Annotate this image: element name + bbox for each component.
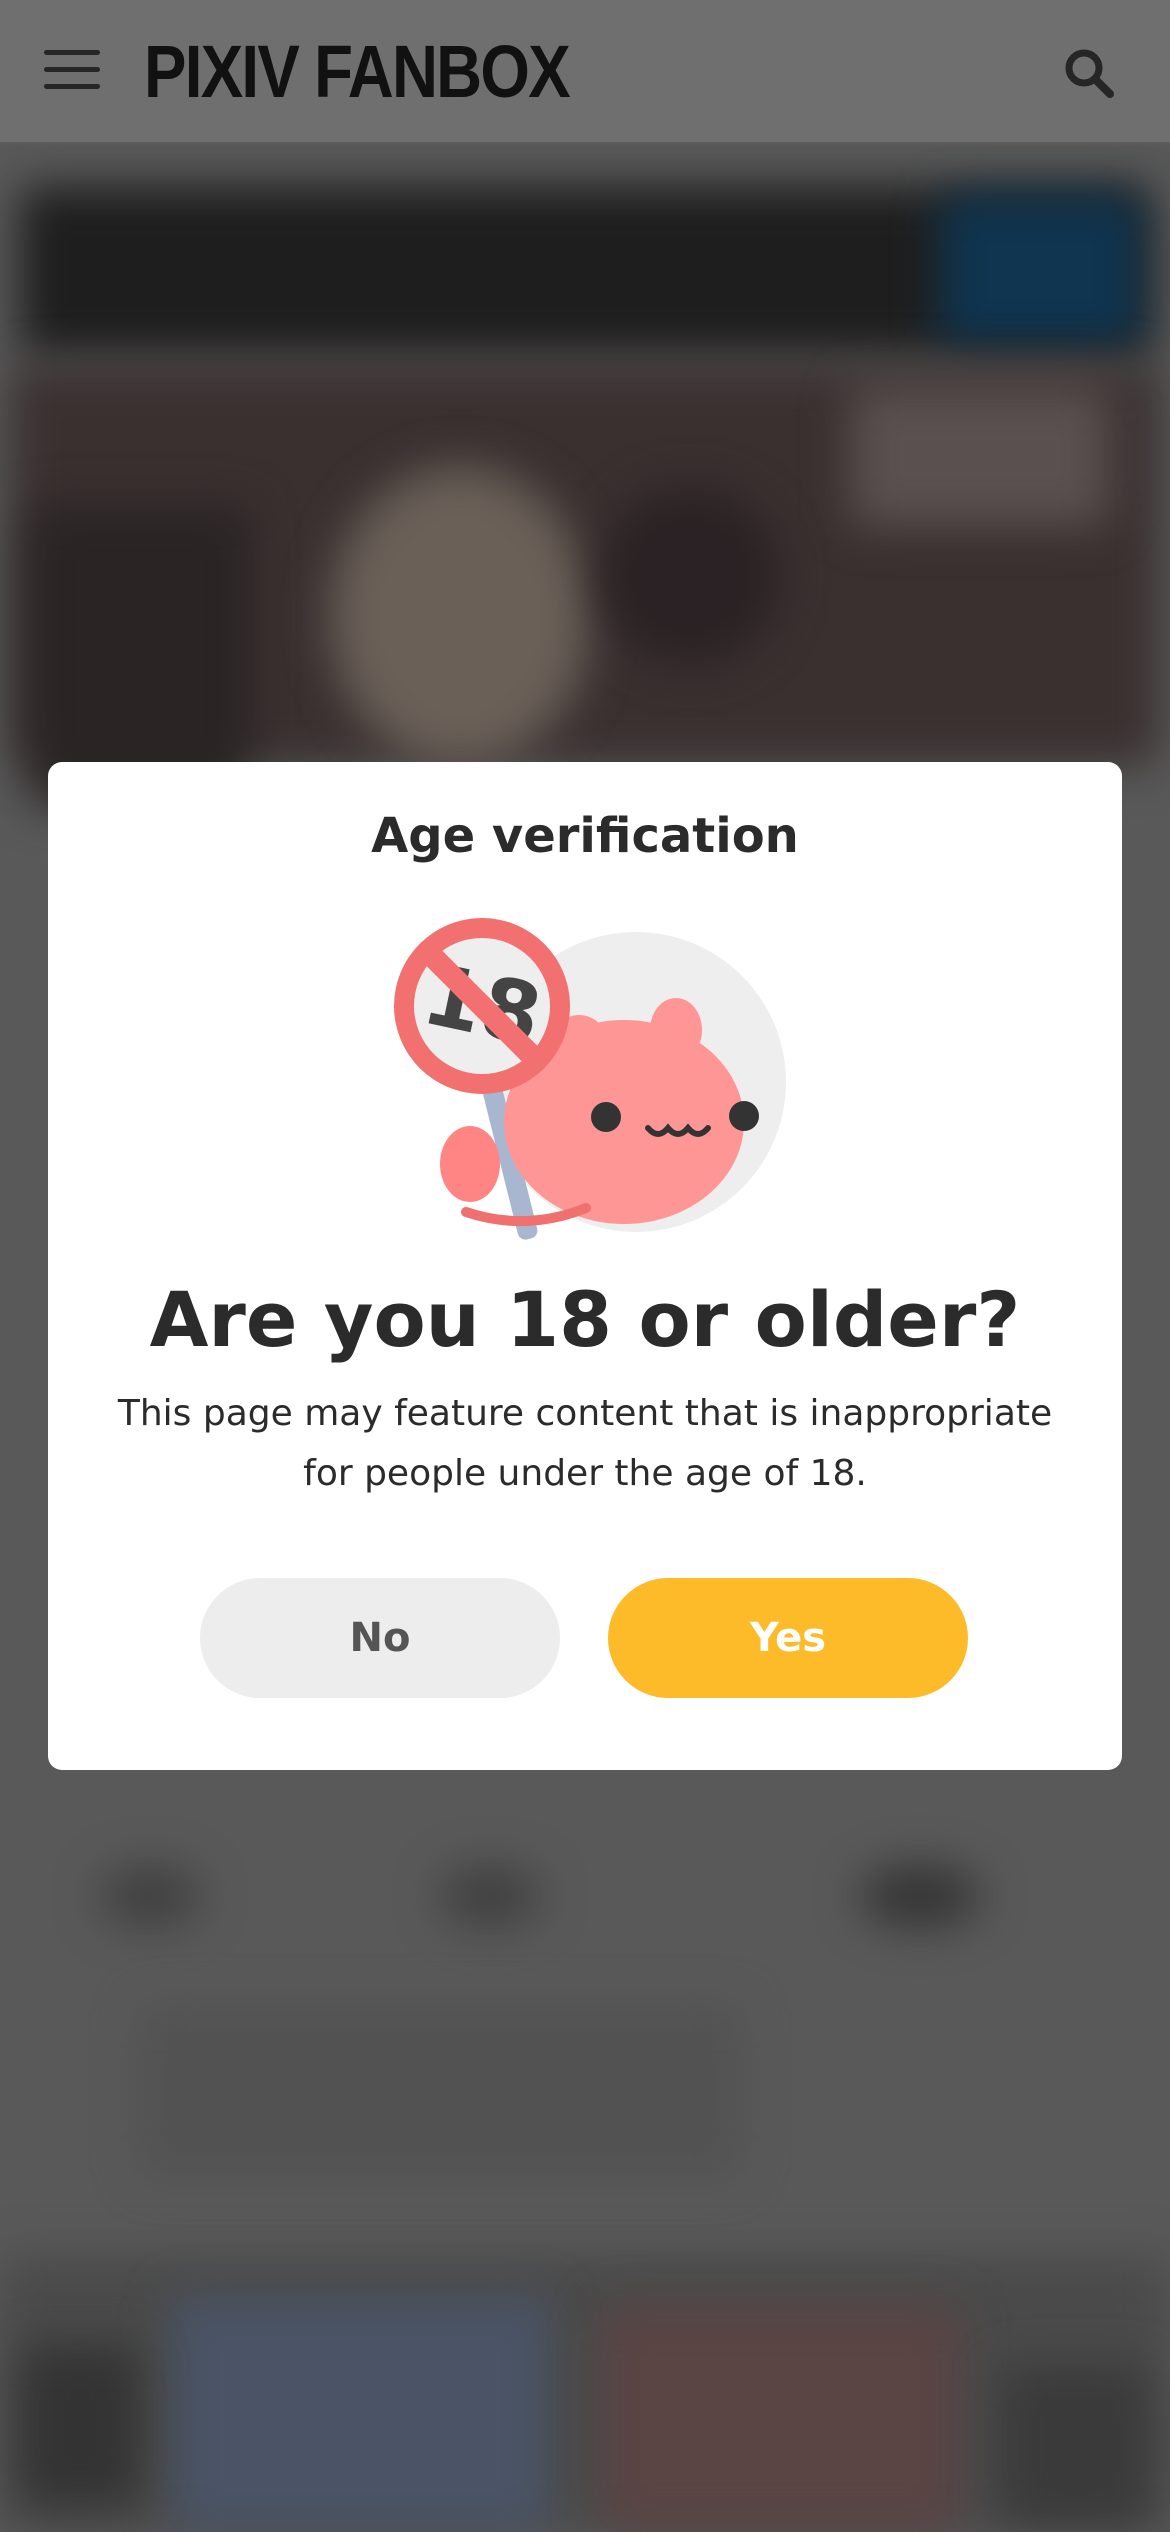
no-18-mascot-icon: 18 — [386, 912, 786, 1252]
age-warning-text: This page may feature content that is in… — [117, 1393, 1053, 1494]
top-header: PIXIV FANBOX — [0, 0, 1170, 144]
no-button[interactable]: No — [200, 1578, 560, 1698]
dialog-title: Age verification — [371, 808, 799, 864]
fanbox-logo[interactable]: PIXIV FANBOX — [144, 30, 571, 114]
search-icon[interactable] — [1062, 46, 1116, 100]
age-question: Are you 18 or older? — [149, 1275, 1021, 1364]
yes-button[interactable]: Yes — [608, 1578, 968, 1698]
hamburger-menu-icon[interactable] — [44, 50, 100, 90]
age-verification-dialog: Age verification 18 Are you 18 or older? — [48, 762, 1122, 1770]
